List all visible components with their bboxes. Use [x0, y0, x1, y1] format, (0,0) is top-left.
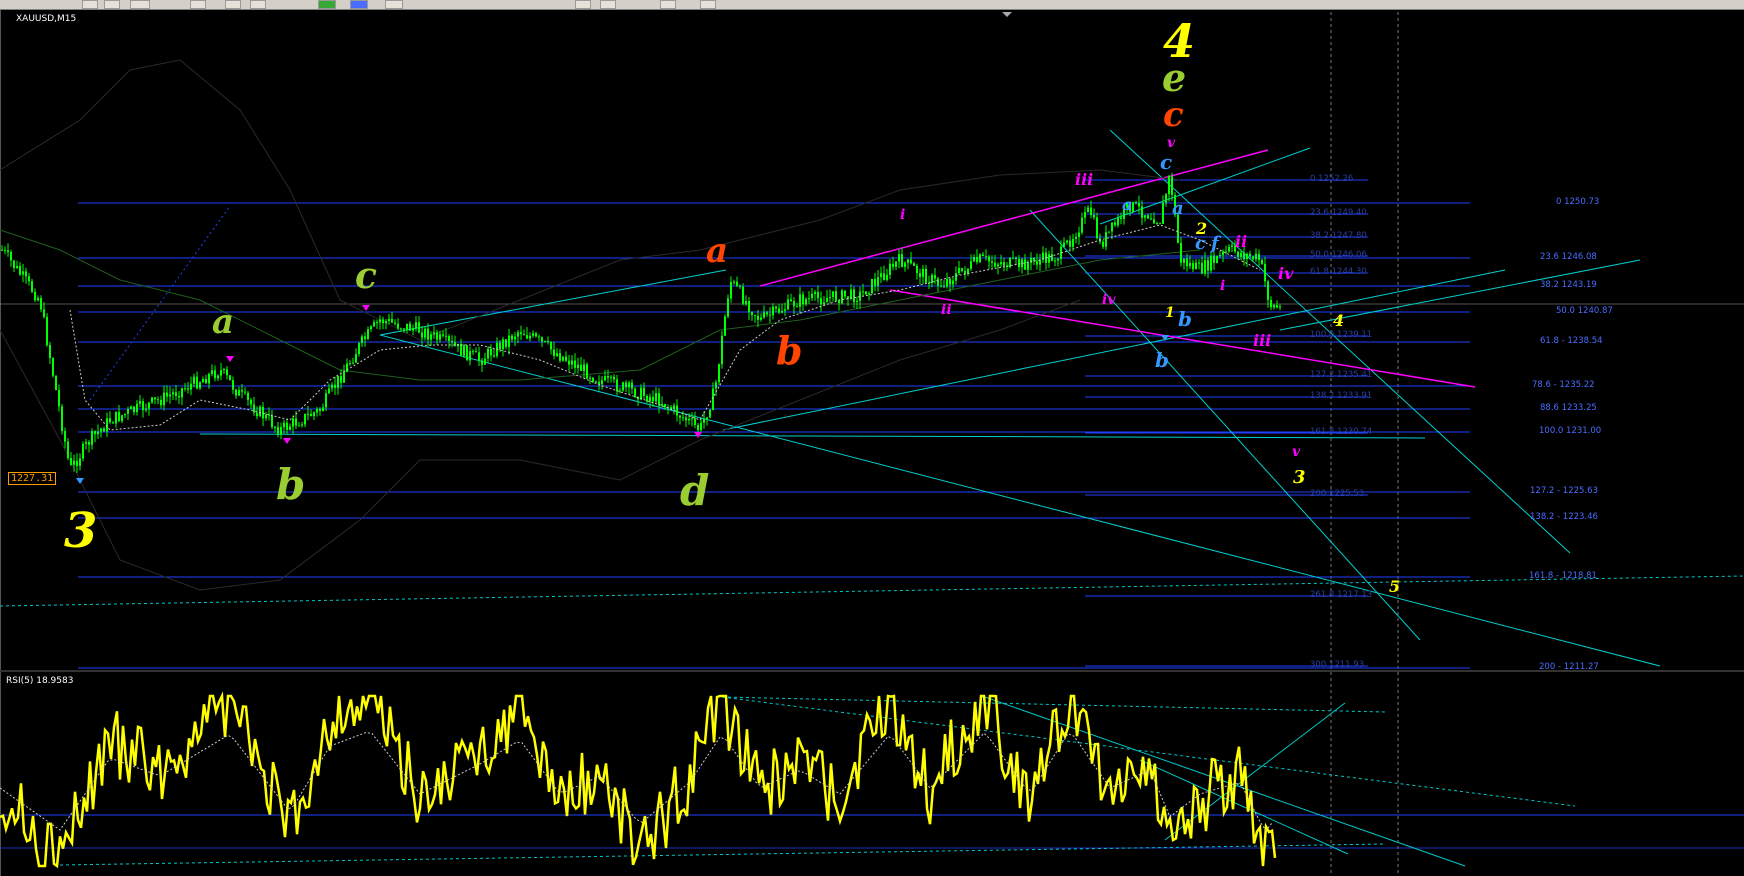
fib-level-label: 138.2 1233.91: [1310, 391, 1373, 401]
chart-title: XAUUSD,M15: [16, 14, 77, 24]
fib-level-label: 38.2 1247.80: [1310, 231, 1367, 241]
wave-label: 3: [1293, 467, 1306, 488]
wave-label: a: [212, 302, 235, 342]
wave-label: c: [1163, 95, 1184, 135]
wave-label: i: [900, 207, 906, 223]
fib-level-label: 127.2 - 1225.63: [1530, 486, 1598, 496]
fib-level-label: 23.6 1246.08: [1540, 252, 1597, 262]
wave-label: iv: [1102, 292, 1116, 308]
wave-label: i: [1220, 278, 1226, 294]
fib-level-label: 161.8 1230.74: [1310, 427, 1373, 437]
wave-label: a: [1122, 195, 1133, 214]
wave-label: a: [1172, 198, 1184, 219]
wave-label: b: [776, 328, 803, 373]
wave-label: iv: [1278, 264, 1294, 283]
wave-label: ii: [941, 302, 952, 318]
wave-label: f: [1211, 233, 1219, 254]
fib-level-label: 61.8 - 1238.54: [1540, 336, 1603, 346]
fib-level-label: 300 1211.93: [1310, 660, 1365, 670]
fib-level-label: 261.8 1217.13: [1310, 590, 1373, 600]
wave-label: c: [1195, 233, 1206, 254]
fib-level-label: 23.6 1249.40: [1310, 208, 1367, 218]
fib-level-label: 0 1250.73: [1556, 197, 1600, 207]
fib-level-label: 100.0 1231.00: [1539, 426, 1602, 436]
wave-label: 5: [1389, 577, 1401, 596]
wave-label: ii: [1235, 232, 1248, 251]
wave-label: d: [680, 466, 710, 515]
rsi-trend-line-dashed: [59, 843, 1386, 866]
wave-label: b: [1155, 348, 1169, 372]
wave-label: b: [1178, 307, 1192, 331]
wave-label: e: [1162, 55, 1187, 100]
fib-level-label: 38.2 1243.19: [1540, 280, 1597, 290]
wave-label: a: [706, 231, 729, 271]
wave-label: c: [355, 255, 377, 297]
fib-level-label: 161.8 - 1218.81: [1529, 571, 1597, 581]
fib-level-label: 50.0 1240.87: [1556, 306, 1613, 316]
rsi-chart[interactable]: [0, 0, 1744, 876]
rsi-title: RSI(5) 18.9583: [6, 676, 74, 686]
fib-level-label: 88.6 1233.25: [1540, 403, 1597, 413]
rsi-line: [0, 691, 1277, 869]
wave-label: 4: [1333, 311, 1345, 330]
wave-label: iii: [1075, 170, 1094, 189]
fib-level-label: 100.0 1239.11: [1310, 330, 1373, 340]
wave-label: c: [1160, 150, 1173, 174]
fib-level-label: 200 - 1211.27: [1539, 662, 1599, 672]
price-label: 1227.31: [8, 472, 57, 485]
fib-level-label: 0 1252.26: [1310, 174, 1354, 184]
fib-level-label: 138.2 - 1223.46: [1530, 512, 1598, 522]
wave-label: 3: [64, 503, 98, 559]
fib-level-label: 61.8 1244.30: [1310, 267, 1367, 277]
wave-label: b: [276, 460, 306, 509]
fib-level-label: 127.2 1235.41: [1310, 370, 1373, 380]
fib-level-label: 50.0 1246.06: [1310, 250, 1367, 260]
wave-label: 1: [1165, 305, 1175, 321]
wave-label: v: [1292, 444, 1301, 460]
wave-label: v: [1167, 135, 1176, 151]
wave-label: iii: [1253, 331, 1272, 350]
rsi-trend-line-dashed: [721, 696, 1576, 807]
fib-level-label: 78.6 - 1235.22: [1532, 380, 1595, 390]
fib-level-label: 200 1225.53: [1310, 489, 1365, 499]
